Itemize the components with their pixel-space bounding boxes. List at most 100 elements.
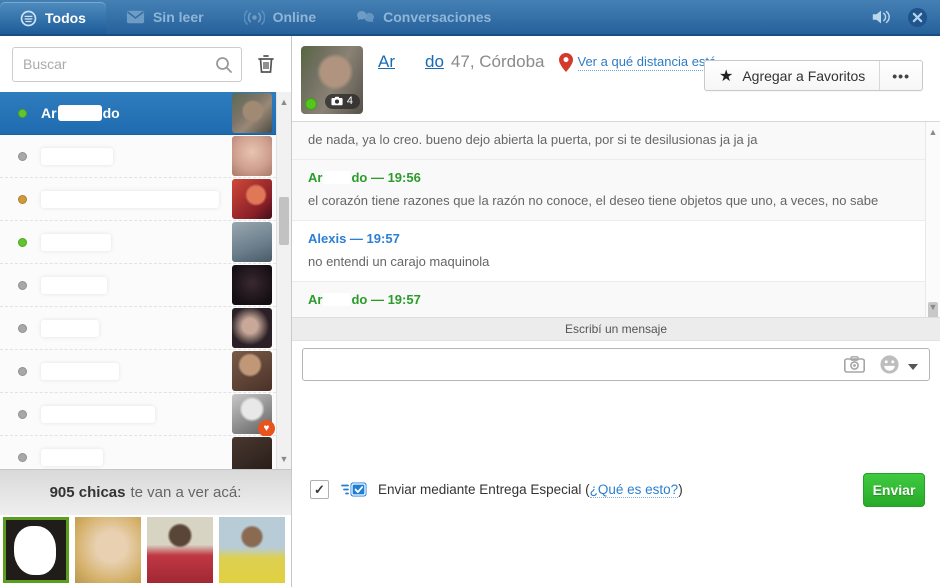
contact-name: Ar do bbox=[41, 105, 120, 121]
contact-row[interactable] bbox=[0, 436, 276, 469]
chat-panel: 4 Ardo 47, Córdoba Ver a qué distancia e… bbox=[292, 36, 940, 587]
status-dot-away bbox=[18, 195, 27, 204]
status-dot-offline bbox=[18, 410, 27, 419]
add-favorites-button[interactable]: ★ Agregar a Favoritos bbox=[705, 61, 879, 90]
name-censor-box bbox=[323, 171, 350, 184]
contact-avatar bbox=[232, 265, 272, 305]
message: Ardo — 19:57y bueno, ves cada uno tiene … bbox=[292, 282, 925, 317]
emoji-icon[interactable] bbox=[879, 354, 900, 380]
contact-avatar bbox=[232, 136, 272, 176]
photo-censor-blob bbox=[14, 526, 56, 575]
tab-online[interactable]: Online bbox=[224, 0, 337, 34]
scrollbar-thumb[interactable] bbox=[279, 197, 289, 245]
heart-badge-icon: ♥ bbox=[258, 420, 275, 437]
contact-row[interactable]: Ar do bbox=[0, 92, 276, 135]
what-is-this-link[interactable]: ¿Qué es esto? bbox=[590, 482, 679, 498]
tab-todos[interactable]: Todos bbox=[0, 2, 106, 34]
topbar: TodosSin leerOnline Conversaciones bbox=[0, 0, 940, 36]
search-row bbox=[0, 36, 291, 92]
special-delivery-label: Enviar mediante Entrega Especial (¿Qué e… bbox=[378, 482, 683, 497]
name-censor-box bbox=[41, 406, 155, 423]
attach-photo-icon[interactable] bbox=[844, 356, 865, 378]
chat-header: 4 Ardo 47, Córdoba Ver a qué distancia e… bbox=[292, 36, 940, 122]
name-censor-box bbox=[323, 293, 350, 306]
online-status-dot bbox=[305, 98, 317, 110]
name-censor-box bbox=[41, 449, 103, 466]
contact-list: Ar do ♥ ▲ ▼ bbox=[0, 92, 291, 469]
scroll-up-icon[interactable]: ▲ bbox=[277, 94, 291, 110]
promo-thumbnail[interactable] bbox=[147, 517, 213, 583]
contact-avatar: ♥ bbox=[232, 394, 272, 434]
promo-thumbnail[interactable] bbox=[219, 517, 285, 583]
contact-name-link[interactable]: Ar bbox=[378, 52, 395, 72]
name-censor-box bbox=[41, 320, 99, 337]
contact-row[interactable] bbox=[0, 307, 276, 350]
contact-row[interactable] bbox=[0, 221, 276, 264]
time-separator: — bbox=[367, 170, 387, 185]
broadcast-icon bbox=[244, 10, 265, 25]
photo-count-badge[interactable]: 4 bbox=[325, 94, 360, 109]
message-text: el corazón tiene razones que la razón no… bbox=[308, 193, 909, 208]
message-author: Ardo — 19:57 bbox=[308, 292, 909, 307]
status-dot-offline bbox=[18, 367, 27, 376]
age-location: 47, Córdoba bbox=[451, 52, 545, 72]
composer-icons bbox=[844, 354, 918, 380]
contact-row[interactable] bbox=[0, 264, 276, 307]
close-icon[interactable] bbox=[907, 7, 928, 28]
contact-row[interactable] bbox=[0, 350, 276, 393]
status-dot-online bbox=[18, 238, 27, 247]
tab-sin-leer[interactable]: Sin leer bbox=[106, 0, 224, 34]
message-author: Ardo — 19:56 bbox=[308, 170, 909, 185]
promo-banner: 905 chicas te van a ver acá: bbox=[0, 469, 291, 515]
message: Ardo — 19:56 el corazón tiene razones que… bbox=[292, 160, 925, 221]
topbar-tabs: TodosSin leerOnline Conversaciones bbox=[0, 0, 511, 34]
contact-list-scrollbar[interactable]: ▲ ▼ bbox=[276, 92, 291, 469]
search-icon bbox=[215, 56, 233, 79]
time-separator: — bbox=[367, 292, 387, 307]
scroll-down-icon[interactable]: ▼ bbox=[926, 299, 940, 315]
trash-icon[interactable] bbox=[256, 53, 276, 75]
contact-avatar[interactable]: 4 bbox=[301, 46, 363, 114]
contact-row[interactable] bbox=[0, 178, 276, 221]
more-options-button[interactable]: ••• bbox=[879, 61, 922, 90]
scroll-up-icon[interactable]: ▲ bbox=[926, 124, 940, 140]
contact-name-link[interactable]: do bbox=[425, 52, 444, 72]
promo-thumbnail[interactable] bbox=[3, 517, 69, 583]
promo-thumbnails bbox=[0, 515, 291, 587]
author-name-suffix: do bbox=[351, 170, 367, 185]
name-censor-box bbox=[58, 105, 102, 121]
contact-avatar bbox=[232, 351, 272, 391]
name-censor-box bbox=[41, 148, 113, 165]
camera-icon bbox=[331, 96, 343, 106]
contact-row[interactable]: ♥ bbox=[0, 393, 276, 436]
special-delivery-checkbox[interactable]: ✓ bbox=[310, 480, 329, 499]
message-input[interactable] bbox=[302, 348, 930, 381]
message-author: Alexis — 19:57 bbox=[308, 231, 909, 246]
location-pin-icon bbox=[559, 53, 573, 72]
status-dot-online bbox=[18, 109, 27, 118]
name-censor-box bbox=[41, 277, 107, 294]
envelope-icon bbox=[126, 10, 145, 24]
contact-rows: Ar do ♥ bbox=[0, 92, 276, 469]
special-delivery-icon bbox=[341, 480, 368, 499]
name-censor-box bbox=[41, 363, 119, 380]
contact-row[interactable] bbox=[0, 135, 276, 178]
name-censor-box bbox=[41, 191, 219, 208]
contact-name-suffix: do bbox=[103, 105, 120, 121]
contacts-icon bbox=[20, 10, 37, 27]
message: Alexis — 19:57no entendi un carajo maqui… bbox=[292, 221, 925, 282]
emoji-dropdown-icon[interactable] bbox=[908, 364, 918, 370]
author-name-prefix: Ar bbox=[308, 292, 322, 307]
promo-thumbnail[interactable] bbox=[75, 517, 141, 583]
messages-scrollbar[interactable]: ▲ ▼ bbox=[925, 122, 940, 317]
contact-name-prefix: Ar bbox=[41, 105, 57, 121]
tab-conversaciones[interactable]: Conversaciones bbox=[336, 0, 511, 34]
message-list: de nada, ya lo creo. bueno dejo abierta … bbox=[292, 122, 925, 317]
volume-icon[interactable] bbox=[871, 8, 891, 26]
tab-label: Conversaciones bbox=[383, 9, 491, 25]
name-censor-box bbox=[395, 54, 425, 70]
name-censor-box bbox=[41, 234, 111, 251]
scroll-down-icon[interactable]: ▼ bbox=[277, 451, 291, 467]
search-input[interactable] bbox=[13, 48, 241, 81]
send-button[interactable]: Enviar bbox=[863, 473, 925, 507]
